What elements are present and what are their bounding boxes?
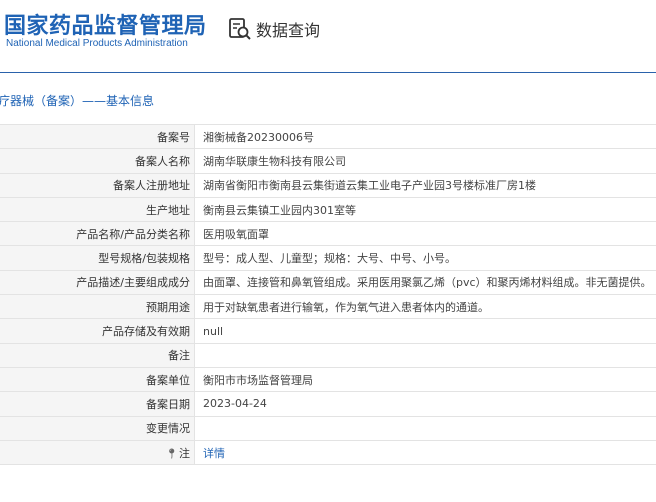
row-value	[194, 415, 656, 441]
details-link[interactable]: 详情	[203, 447, 225, 460]
table-row: 产品存储及有效期 null	[0, 318, 656, 344]
row-label: 备案人注册地址	[0, 172, 195, 198]
location-pin-icon: 📍︎	[165, 448, 178, 460]
table-row: 备案日期 2023-04-24	[0, 391, 656, 417]
row-value: 湖南省衡阳市衡南县云集街道云集工业电子产业园3号楼标准厂房1楼	[194, 172, 656, 198]
row-value: 由面罩、连接管和鼻氧管组成。采用医用聚氯乙烯（pvc）和聚丙烯材料组成。非无菌提…	[194, 269, 656, 296]
note-label: 注	[179, 446, 190, 460]
table-row: 备案号 湘衡械备20230006号	[0, 123, 656, 150]
row-value: 2023-04-24	[194, 391, 656, 417]
row-value: null	[194, 318, 656, 344]
row-label: 备案人名称	[0, 148, 195, 174]
row-label: 备案日期	[0, 391, 195, 417]
table-row: 产品描述/主要组成成分 由面罩、连接管和鼻氧管组成。采用医用聚氯乙烯（pvc）和聚…	[0, 269, 656, 296]
table-row: 备注	[0, 342, 656, 368]
table-row: 预期用途 用于对缺氧患者进行输氧，作为氧气进入患者体内的通道。	[0, 294, 656, 320]
table-row-note: 📍︎注 详情	[0, 439, 656, 466]
site-logo-subtitle: National Medical Products Administration	[6, 38, 188, 49]
row-label: 备案号	[0, 123, 195, 150]
row-label: 产品描述/主要组成成分	[0, 269, 195, 296]
row-label: 型号规格/包装规格	[0, 245, 195, 271]
row-value: 湖南华联康生物科技有限公司	[194, 148, 656, 174]
row-value: 医用吸氧面罩	[194, 221, 656, 247]
search-document-icon	[229, 18, 251, 40]
breadcrumb-separator: ——	[82, 94, 107, 108]
table-row: 备案人注册地址 湖南省衡阳市衡南县云集街道云集工业电子产业园3号楼标准厂房1楼	[0, 172, 656, 198]
row-label: 生产地址	[0, 196, 195, 223]
row-value: 衡阳市市场监督管理局	[194, 366, 656, 393]
table-row: 型号规格/包装规格 型号：成人型、儿童型；规格：大号、中号、小号。	[0, 245, 656, 271]
device-info-table: 备案号 湘衡械备20230006号 备案人名称 湖南华联康生物科技有限公司 备案人注…	[0, 123, 656, 466]
row-label: 预期用途	[0, 294, 195, 320]
row-label: 产品名称/产品分类名称	[0, 221, 195, 247]
table-row: 备案单位 衡阳市市场监督管理局	[0, 366, 656, 393]
breadcrumb-current: 基本信息	[106, 94, 155, 108]
row-label: 备案单位	[0, 366, 195, 393]
row-label: 备注	[0, 342, 195, 368]
note-value-cell: 详情	[194, 439, 656, 466]
row-label: 变更情况	[0, 415, 195, 441]
table-row: 生产地址 衡南县云集镇工业园内301室等	[0, 196, 656, 223]
row-label: 产品存储及有效期	[0, 318, 195, 344]
breadcrumb: 医疗器械（备案）——基本信息	[0, 92, 656, 112]
table-row: 变更情况	[0, 415, 656, 441]
site-logo-title[interactable]: 国家药品监督管理局	[4, 8, 207, 40]
breadcrumb-category[interactable]: 医疗器械（备案）	[0, 92, 82, 109]
row-value: 型号：成人型、儿童型；规格：大号、中号、小号。	[194, 245, 656, 271]
row-value: 用于对缺氧患者进行输氧，作为氧气进入患者体内的通道。	[194, 294, 656, 320]
table-row: 产品名称/产品分类名称 医用吸氧面罩	[0, 221, 656, 247]
table-row: 备案人名称 湖南华联康生物科技有限公司	[0, 148, 656, 174]
data-query-link[interactable]: 数据查询	[228, 16, 320, 42]
note-label-cell: 📍︎注	[0, 439, 195, 466]
row-value: 湘衡械备20230006号	[194, 123, 656, 150]
site-header: 国家药品监督管理局 National Medical Products Admi…	[0, 0, 656, 73]
row-value	[194, 342, 656, 368]
data-query-label: 数据查询	[256, 21, 321, 40]
row-value: 衡南县云集镇工业园内301室等	[194, 196, 656, 223]
